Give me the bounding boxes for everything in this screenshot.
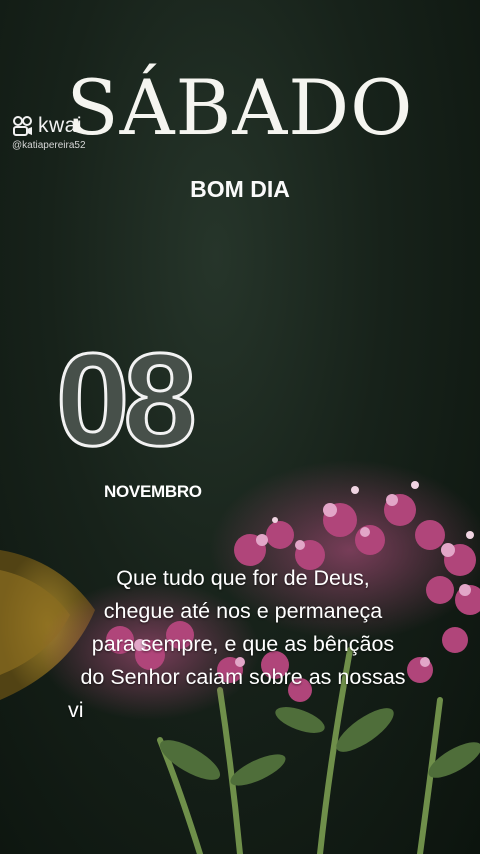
date-month: NOVEMBRO <box>104 482 202 501</box>
date-day-number: 08 <box>55 326 199 473</box>
message-line: chegue até nos e permaneça <box>103 599 383 623</box>
greeting-text: BOM DIA <box>190 176 290 202</box>
message-line: vi <box>68 698 84 722</box>
day-title: SÁBADO <box>66 63 414 152</box>
message-caption: Que tudo que for de Deus, chegue até nos… <box>38 562 448 727</box>
message-line: do Senhor caiam sobre as nossas <box>80 665 406 689</box>
wallpaper: kwai @katiapereira52 SÁBADO BOM DIA 08 N… <box>0 0 480 854</box>
message-line: Que tudo que for de Deus, <box>116 566 370 590</box>
message-line: para sempre, e que as bênçãos <box>91 632 395 656</box>
